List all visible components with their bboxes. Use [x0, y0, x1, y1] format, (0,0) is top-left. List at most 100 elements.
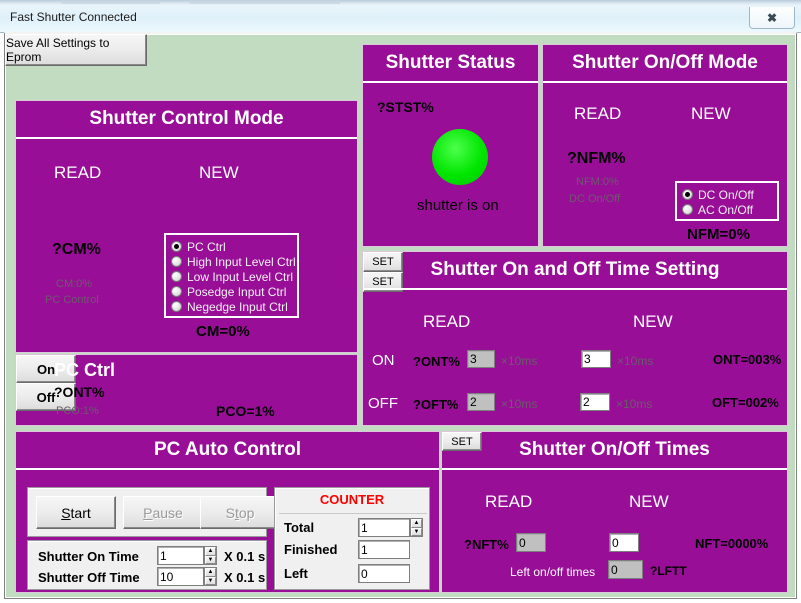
ts-on-result: ONT=003%: [713, 352, 782, 367]
radio-dot-icon: [682, 189, 693, 200]
shutter-status-state-text: shutter is on: [417, 197, 499, 214]
sot-query: ?NFT%: [464, 537, 509, 552]
shutter-on-time-stepper[interactable]: ▲ ▼: [204, 546, 217, 565]
sot-left-query: ?LFTT: [650, 564, 687, 578]
stepper-down-icon[interactable]: ▼: [205, 576, 216, 585]
scm-new-label: NEW: [199, 163, 239, 182]
som-read-query: ?NFM%: [567, 150, 626, 167]
pc-ctrl-read-value: PCO:1%: [56, 405, 99, 417]
radio-label: AC On/Off: [698, 202, 754, 217]
scm-result: CM=0%: [196, 323, 250, 340]
panel-pc-ctrl: PC Ctrl ?ONT% PCO:1% On Off PCO=1%: [15, 354, 358, 426]
panel-shutter-onoff-times: Shutter On/Off Times READ NEW ?NFT% 0 0 …: [441, 431, 788, 593]
ts-row-label-on: ON: [372, 352, 395, 369]
pc-ctrl-result: PCO=1%: [216, 403, 275, 419]
sot-read-field: 0: [516, 533, 546, 552]
stepper-up-icon[interactable]: ▲: [205, 547, 216, 556]
ghost-tab-left: [62, 0, 160, 4]
som-read-value: NFM:0%: [576, 176, 619, 188]
start-button-label-rest: tart: [70, 504, 91, 521]
counter-total-input[interactable]: 1: [358, 518, 410, 537]
ts-new-label: NEW: [633, 312, 673, 331]
shutter-control-mode-radio-group: PC Ctrl High Input Level Ctrl Low Input …: [164, 233, 299, 318]
som-read-desc: DC On/Off: [569, 193, 621, 205]
save-all-settings-to-eprom-button[interactable]: Save All Settings to Eprom: [5, 34, 147, 66]
sot-new-label: NEW: [629, 492, 669, 511]
radio-posedge-input-ctrl[interactable]: Posedge Input Ctrl: [171, 284, 292, 299]
radio-label: Posedge Input Ctrl: [187, 284, 287, 299]
ts-off-result: OFT=002%: [712, 395, 779, 410]
pc-auto-control-times-group: Shutter On Time 1 ▲ ▼ X 0.1 s Shutter Of…: [27, 540, 267, 590]
shutter-off-time-stepper[interactable]: ▲ ▼: [204, 567, 217, 586]
shutter-on-time-input[interactable]: 1: [157, 546, 204, 565]
radio-pc-ctrl[interactable]: PC Ctrl: [171, 239, 292, 254]
time-setting-title: Shutter On and Off Time Setting: [363, 252, 787, 290]
panel-shutter-onoff-mode: Shutter On/Off Mode READ NEW ?NFM% NFM:0…: [542, 44, 788, 247]
scm-read-value: CM:0%: [56, 278, 93, 290]
pause-button[interactable]: Pause: [123, 496, 203, 529]
close-icon[interactable]: ✖: [749, 7, 795, 29]
stepper-up-icon[interactable]: ▲: [411, 519, 422, 528]
som-read-label: READ: [574, 104, 622, 123]
pc-ctrl-title: PC Ctrl: [54, 360, 116, 380]
pause-button-label-rest: ause: [152, 504, 183, 521]
sot-new-input[interactable]: 0: [609, 533, 639, 552]
sot-left-field: 0: [608, 560, 643, 579]
form-body: Save All Settings to Eprom Shutter Contr…: [4, 32, 797, 599]
counter-divider: [279, 513, 427, 514]
ts-off-read-field: 2: [467, 393, 495, 411]
counter-left-label: Left: [284, 566, 308, 581]
ts-off-read-unit: ×10ms: [501, 397, 538, 411]
panel-time-setting: Shutter On and Off Time Setting READ NEW…: [362, 251, 788, 426]
counter-total-stepper[interactable]: ▲ ▼: [410, 518, 423, 537]
stop-button-label-rest: op: [238, 504, 255, 521]
ts-on-new-input[interactable]: 3: [581, 350, 611, 368]
radio-label: Low Input Level Ctrl: [187, 269, 294, 284]
radio-high-input-level-ctrl[interactable]: High Input Level Ctrl: [171, 254, 296, 269]
shutter-status-query: ?STST%: [377, 99, 434, 115]
pc-auto-control-title: PC Auto Control: [16, 432, 439, 470]
stepper-down-icon[interactable]: ▼: [411, 527, 422, 536]
shutter-on-time-label: Shutter On Time: [38, 549, 139, 564]
radio-ac-onoff[interactable]: AC On/Off: [682, 202, 772, 217]
start-button[interactable]: Start: [36, 496, 116, 529]
radio-dot-icon: [171, 256, 182, 267]
sot-result: NFT=0000%: [695, 536, 769, 551]
radio-dot-icon: [171, 301, 182, 312]
ts-on-read-unit: ×10ms: [501, 354, 538, 368]
radio-label: High Input Level Ctrl: [187, 254, 296, 269]
radio-dot-icon: [682, 204, 693, 215]
shutter-on-time-unit: X 0.1 s: [224, 549, 266, 564]
sot-read-label: READ: [485, 492, 533, 511]
panel-shutter-control-mode: Shutter Control Mode READ NEW ?CM% CM:0%…: [15, 100, 358, 353]
ts-off-new-input[interactable]: 2: [580, 393, 610, 411]
som-result: NFM=0%: [687, 226, 750, 243]
counter-total-label: Total: [284, 520, 315, 535]
shutter-status-title: Shutter Status: [363, 45, 538, 83]
pc-auto-control-buttons-group: Start Pause St op: [27, 487, 280, 537]
shutter-off-time-input[interactable]: 10: [157, 567, 204, 586]
radio-dc-onoff[interactable]: DC On/Off: [682, 187, 772, 202]
stepper-up-icon[interactable]: ▲: [205, 568, 216, 577]
panel-shutter-status: Shutter Status ?STST% shutter is on: [362, 44, 539, 247]
window-title: Fast Shutter Connected: [10, 10, 137, 24]
stepper-down-icon[interactable]: ▼: [205, 555, 216, 564]
ts-on-query: ?ONT%: [413, 354, 460, 369]
ts-row-label-off: OFF: [368, 395, 398, 412]
radio-negedge-input-ctrl[interactable]: Negedge Input Ctrl: [171, 299, 292, 314]
shutter-control-mode-title: Shutter Control Mode: [16, 101, 357, 139]
radio-dot-icon: [171, 271, 182, 282]
radio-low-input-level-ctrl[interactable]: Low Input Level Ctrl: [171, 269, 294, 284]
stop-button[interactable]: St op: [200, 496, 280, 529]
title-bar: Fast Shutter Connected ✖: [0, 6, 801, 33]
radio-label: Negedge Input Ctrl: [187, 299, 288, 314]
scm-read-label: READ: [54, 163, 102, 182]
radio-dot-icon: [171, 286, 182, 297]
shutter-off-time-unit: X 0.1 s: [224, 570, 266, 585]
shutter-onoff-times-title: Shutter On/Off Times: [442, 432, 787, 470]
sot-left-label: Left on/off times: [510, 565, 596, 579]
radio-dot-icon: [171, 241, 182, 252]
app-window: Fast Shutter Connected ✖ Save All Settin…: [0, 0, 801, 603]
counter-left-field: 0: [358, 564, 410, 583]
ts-on-new-unit: ×10ms: [617, 354, 654, 368]
